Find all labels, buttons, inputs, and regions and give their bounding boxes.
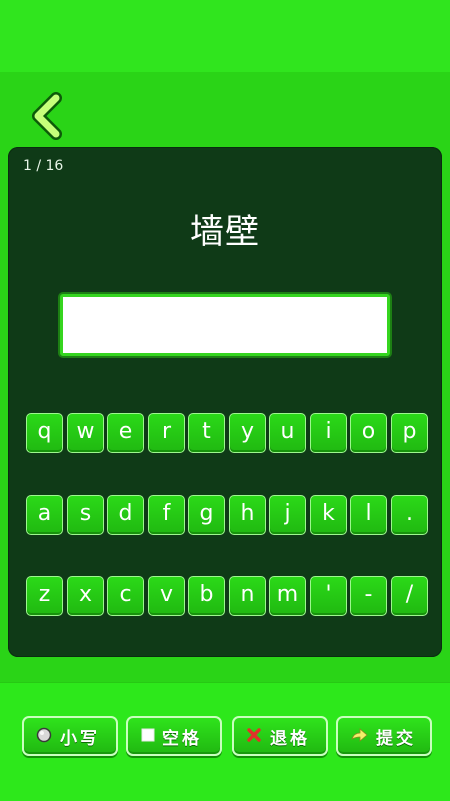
key-z[interactable]: z bbox=[26, 576, 63, 616]
key-x[interactable]: x bbox=[67, 576, 104, 616]
key-w[interactable]: w bbox=[67, 413, 104, 453]
lowercase-label: 小写 bbox=[60, 729, 100, 749]
key-j[interactable]: j bbox=[269, 495, 306, 535]
space-label: 空格 bbox=[162, 729, 202, 749]
space-button[interactable]: 空格 bbox=[126, 716, 222, 756]
progress-counter: 1 / 16 bbox=[23, 158, 64, 174]
key-period[interactable]: . bbox=[391, 495, 428, 535]
arrow-right-icon bbox=[350, 727, 368, 743]
key-o[interactable]: o bbox=[350, 413, 387, 453]
red-x-icon bbox=[246, 727, 262, 743]
submit-button[interactable]: 提交 bbox=[336, 716, 432, 756]
square-icon bbox=[140, 727, 156, 743]
key-b[interactable]: b bbox=[188, 576, 225, 616]
top-strip bbox=[0, 0, 450, 72]
prompt-word: 墙壁 bbox=[190, 212, 260, 252]
key-p[interactable]: p bbox=[391, 413, 428, 453]
key-f[interactable]: f bbox=[148, 495, 185, 535]
answer-input[interactable] bbox=[60, 294, 390, 356]
key-apostrophe[interactable]: ' bbox=[310, 576, 347, 616]
key-i[interactable]: i bbox=[310, 413, 347, 453]
key-l[interactable]: l bbox=[350, 495, 387, 535]
key-t[interactable]: t bbox=[188, 413, 225, 453]
key-u[interactable]: u bbox=[269, 413, 306, 453]
chevron-left-icon bbox=[32, 92, 62, 140]
key-n[interactable]: n bbox=[229, 576, 266, 616]
backspace-label: 退格 bbox=[270, 729, 310, 749]
key-s[interactable]: s bbox=[67, 495, 104, 535]
back-button[interactable] bbox=[26, 92, 66, 140]
key-r[interactable]: r bbox=[148, 413, 185, 453]
radio-circle-icon bbox=[36, 727, 52, 743]
key-y[interactable]: y bbox=[229, 413, 266, 453]
key-e[interactable]: e bbox=[107, 413, 144, 453]
key-c[interactable]: c bbox=[107, 576, 144, 616]
key-g[interactable]: g bbox=[188, 495, 225, 535]
key-v[interactable]: v bbox=[148, 576, 185, 616]
key-m[interactable]: m bbox=[269, 576, 306, 616]
submit-label: 提交 bbox=[376, 729, 416, 749]
key-slash[interactable]: / bbox=[391, 576, 428, 616]
key-hyphen[interactable]: - bbox=[350, 576, 387, 616]
key-a[interactable]: a bbox=[26, 495, 63, 535]
key-k[interactable]: k bbox=[310, 495, 347, 535]
key-h[interactable]: h bbox=[229, 495, 266, 535]
key-d[interactable]: d bbox=[107, 495, 144, 535]
backspace-button[interactable]: 退格 bbox=[232, 716, 328, 756]
key-q[interactable]: q bbox=[26, 413, 63, 453]
lowercase-button[interactable]: 小写 bbox=[22, 716, 118, 756]
